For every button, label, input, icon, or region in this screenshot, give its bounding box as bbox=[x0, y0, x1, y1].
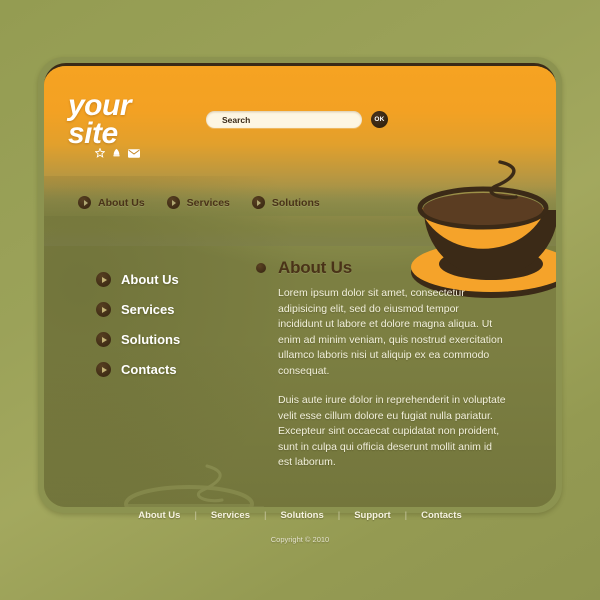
main-content: About Us Lorem ipsum dolor sit amet, con… bbox=[256, 258, 506, 485]
play-arrow-icon bbox=[96, 272, 111, 287]
bell-icon[interactable] bbox=[112, 148, 121, 158]
logo-icon-row bbox=[95, 148, 140, 158]
sidebar-item-label: About Us bbox=[121, 272, 179, 287]
sidebar-item-services[interactable]: Services bbox=[96, 302, 180, 317]
star-icon[interactable] bbox=[95, 148, 105, 158]
play-arrow-icon bbox=[96, 362, 111, 377]
site-logo[interactable]: your site bbox=[68, 91, 132, 150]
top-nav-item-about-us[interactable]: About Us bbox=[78, 196, 145, 209]
play-arrow-icon bbox=[78, 196, 91, 209]
footer-link-solutions[interactable]: Solutions bbox=[266, 510, 337, 521]
search-area: OK bbox=[206, 111, 388, 128]
sidebar-item-about-us[interactable]: About Us bbox=[96, 272, 180, 287]
sidebar-item-label: Solutions bbox=[121, 332, 181, 347]
top-nav-label: Solutions bbox=[271, 196, 320, 209]
page-title: About Us bbox=[278, 258, 352, 277]
footer: About Us | Services | Solutions | Suppor… bbox=[0, 510, 600, 544]
content-heading-row: About Us bbox=[256, 258, 506, 278]
copyright-text: Copyright © 2010 bbox=[270, 535, 330, 544]
top-nav-item-services[interactable]: Services bbox=[166, 196, 230, 209]
sidebar-item-label: Contacts bbox=[121, 362, 177, 377]
sidebar-item-contacts[interactable]: Contacts bbox=[96, 362, 180, 377]
play-arrow-icon bbox=[96, 302, 111, 317]
play-arrow-icon bbox=[96, 332, 111, 347]
top-nav-label: About Us bbox=[98, 196, 145, 209]
sidebar-menu: About Us Services Solutions Contacts bbox=[96, 272, 180, 377]
top-nav-label: Services bbox=[186, 196, 230, 209]
body-paragraph-2: Duis aute irure dolor in reprehenderit i… bbox=[278, 394, 506, 469]
sidebar-item-solutions[interactable]: Solutions bbox=[96, 332, 180, 347]
page-root: your site OK About Us Services bbox=[0, 0, 600, 600]
footer-link-about-us[interactable]: About Us bbox=[124, 510, 194, 521]
footer-link-contacts[interactable]: Contacts bbox=[407, 510, 476, 521]
play-arrow-icon bbox=[251, 196, 265, 209]
bullet-dot-icon bbox=[256, 263, 266, 273]
footer-link-support[interactable]: Support bbox=[340, 510, 404, 521]
play-arrow-icon bbox=[166, 196, 180, 209]
top-nav-item-solutions[interactable]: Solutions bbox=[251, 196, 320, 209]
logo-line-2: site bbox=[68, 116, 118, 150]
body-paragraph-1: Lorem ipsum dolor sit amet, consectetur … bbox=[278, 287, 503, 377]
search-submit-button[interactable]: OK bbox=[371, 111, 388, 128]
top-navigation: About Us Services Solutions bbox=[78, 196, 320, 209]
envelope-icon[interactable] bbox=[128, 148, 140, 158]
sidebar-item-label: Services bbox=[121, 302, 175, 317]
footer-link-services[interactable]: Services bbox=[197, 510, 264, 521]
footer-links: About Us | Services | Solutions | Suppor… bbox=[0, 510, 600, 521]
search-input[interactable] bbox=[206, 111, 362, 128]
